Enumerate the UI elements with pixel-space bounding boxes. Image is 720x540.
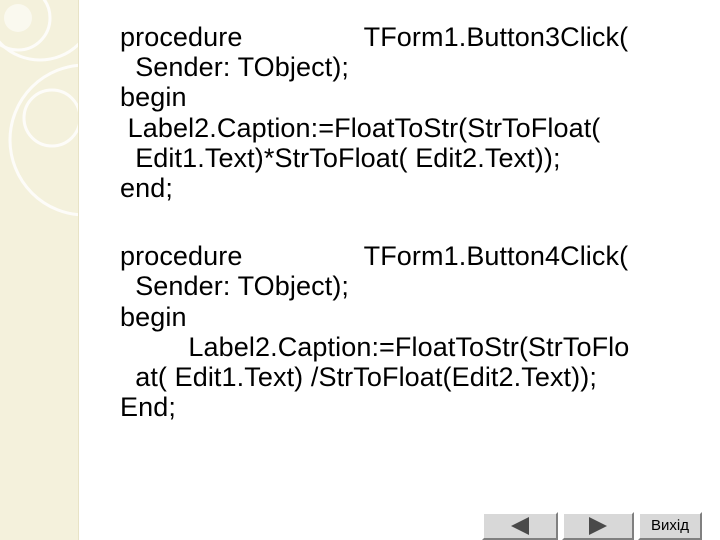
- code-line: End;: [120, 392, 176, 423]
- triangle-left-icon: [511, 517, 529, 535]
- code-line: Sender: TObject);: [120, 271, 350, 302]
- exit-button[interactable]: Вихід: [638, 512, 702, 540]
- decorative-circles-graphic: [0, 0, 78, 217]
- code-line: procedure TForm1.Button3Click(: [120, 22, 629, 52]
- code-line: Label2.Caption:=FloatToStr(StrToFloat(: [120, 112, 601, 143]
- code-line: Edit1.Text)*StrToFloat( Edit2.Text));: [120, 142, 561, 173]
- triangle-right-icon: [589, 517, 607, 535]
- code-line: procedure TForm1.Button4Click(: [120, 241, 629, 272]
- code-line: at( Edit1.Text) /StrToFloat(Edit2.Text))…: [120, 361, 597, 392]
- code-line: begin: [120, 82, 187, 113]
- decorative-side-panel: [0, 0, 79, 540]
- code-text-block: procedure TForm1.Button3Click( Sender: T…: [120, 22, 710, 422]
- code-line: Sender: TObject);: [120, 52, 350, 83]
- code-line: Label2.Caption:=FloatToStr(StrToFlo: [120, 331, 630, 362]
- next-slide-button[interactable]: [562, 512, 634, 540]
- code-line: end;: [120, 172, 173, 203]
- previous-slide-button[interactable]: [482, 512, 558, 540]
- code-line: begin: [120, 301, 187, 332]
